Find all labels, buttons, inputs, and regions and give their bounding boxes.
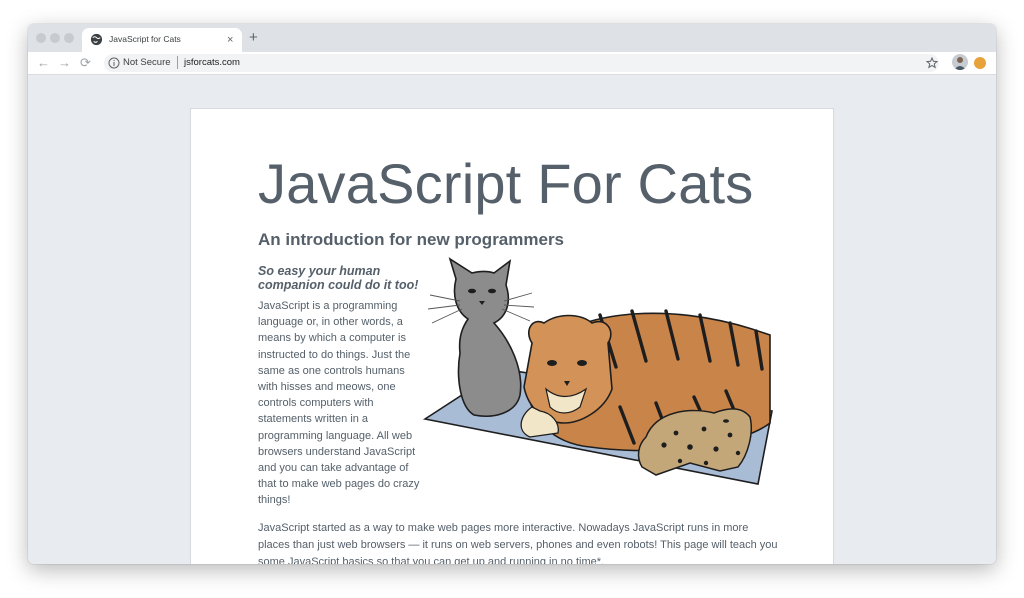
star-icon[interactable] [926, 57, 938, 69]
minimize-window-button[interactable] [50, 33, 60, 43]
address-separator [177, 56, 178, 69]
page-subtitle: An introduction for new programmers [258, 230, 565, 249]
url-text[interactable]: jsforcats.com [184, 57, 240, 68]
address-bar[interactable]: Not Secure jsforcats.com [104, 54, 939, 72]
intro-paragraph: JavaScript is a programming language or,… [258, 300, 420, 507]
extension-icon[interactable] [974, 57, 986, 69]
page-viewport: JavaScript For Cats An introduction for … [28, 75, 996, 564]
close-window-button[interactable] [36, 33, 46, 43]
tiger-eye-right [577, 360, 587, 366]
browser-window: JavaScript for Cats × + ← → ⟳ Not Secure… [28, 24, 996, 564]
security-label[interactable]: Not Secure [123, 57, 171, 68]
body-paragraph: JavaScript started as a way to make web … [258, 522, 778, 564]
cats-illustration [422, 257, 773, 485]
tab-strip: JavaScript for Cats × + [28, 24, 996, 52]
tab-jsforcats[interactable]: JavaScript for Cats × [82, 28, 242, 52]
info-icon[interactable] [108, 57, 120, 69]
new-tab-button[interactable]: + [249, 29, 258, 47]
toolbar: ← → ⟳ Not Secure jsforcats.com [28, 52, 996, 75]
reload-button[interactable]: ⟳ [80, 54, 91, 72]
grey-cat-body [448, 257, 522, 417]
ocelot-eye [723, 419, 729, 423]
back-button[interactable]: ← [37, 54, 50, 72]
zoom-window-button[interactable] [64, 33, 74, 43]
forward-button[interactable]: → [58, 54, 71, 72]
grey-cat-eye-left [468, 288, 476, 294]
grey-cat-eye-right [488, 288, 496, 294]
tab-close-icon[interactable]: × [227, 32, 233, 48]
profile-avatar[interactable] [952, 54, 968, 70]
tab-title: JavaScript for Cats [109, 34, 181, 44]
content-card: JavaScript For Cats An introduction for … [190, 108, 834, 564]
globe-icon [90, 33, 103, 46]
page-title: JavaScript For Cats [258, 152, 754, 215]
profile-icon [954, 57, 966, 70]
tiger-eye-left [547, 360, 557, 366]
tagline: So easy your human companion could do it… [258, 264, 419, 292]
